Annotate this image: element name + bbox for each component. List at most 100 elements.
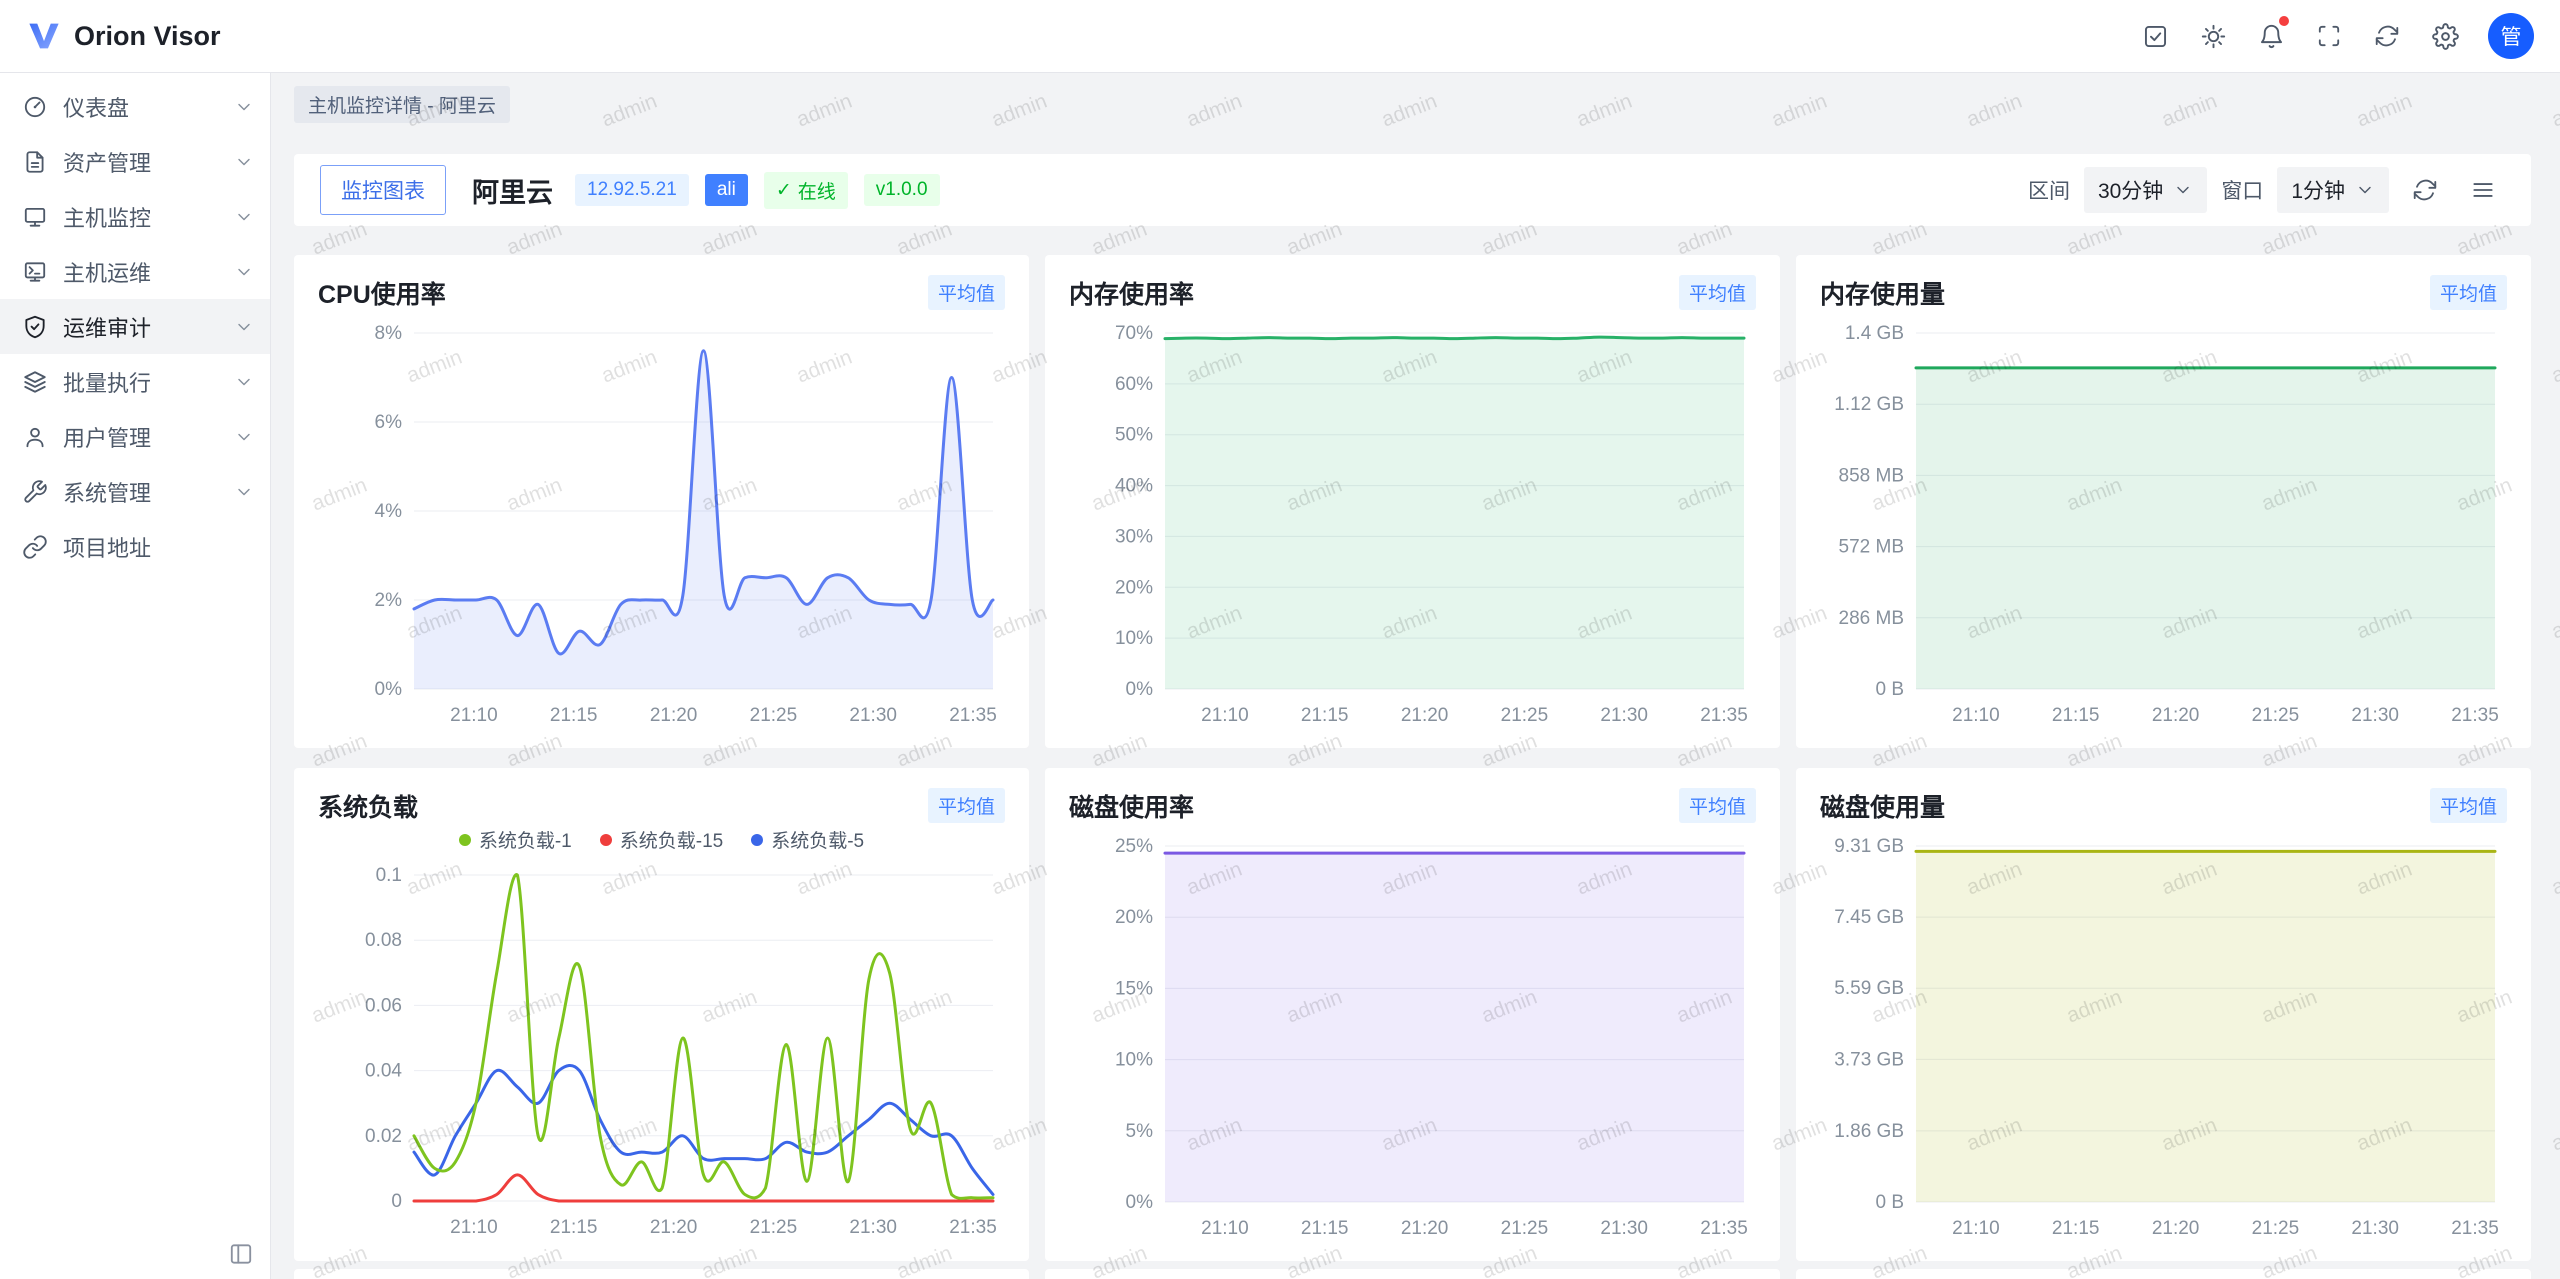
collapse-sidebar-button[interactable] bbox=[228, 1241, 254, 1267]
svg-text:21:20: 21:20 bbox=[2152, 705, 2200, 726]
svg-text:40%: 40% bbox=[1115, 476, 1153, 497]
svg-text:5.59 GB: 5.59 GB bbox=[1834, 978, 1904, 999]
topbar-actions: 管 bbox=[2132, 13, 2534, 59]
sidebar-item-4[interactable]: 主机运维 bbox=[0, 244, 270, 299]
host-ip-chip: 12.92.5.21 bbox=[575, 174, 689, 206]
svg-text:21:30: 21:30 bbox=[1600, 1218, 1648, 1239]
sidebar-item-label: 用户管理 bbox=[63, 421, 219, 453]
watermark-text: admin bbox=[2549, 858, 2560, 901]
batch-icon bbox=[22, 369, 48, 395]
host-version-chip: v1.0.0 bbox=[864, 174, 940, 206]
svg-text:21:10: 21:10 bbox=[1952, 705, 2000, 726]
svg-text:0 B: 0 B bbox=[1875, 1192, 1904, 1213]
svg-text:21:10: 21:10 bbox=[1952, 1218, 2000, 1239]
chart-header: 内存使用量平均值 bbox=[1820, 275, 2507, 311]
svg-text:21:30: 21:30 bbox=[2351, 1218, 2399, 1239]
main-layout: 仪表盘资产管理主机监控主机运维运维审计批量执行用户管理系统管理项目地址 admi… bbox=[0, 73, 2560, 1279]
svg-text:286 MB: 286 MB bbox=[1839, 608, 1904, 629]
svg-text:50%: 50% bbox=[1115, 425, 1153, 446]
svg-text:21:25: 21:25 bbox=[2252, 1218, 2300, 1239]
chart-card-5: 磁盘使用率平均值0%5%10%15%20%25%21:1021:1521:202… bbox=[1045, 768, 1780, 1261]
chart-title: 磁盘使用率 bbox=[1069, 788, 1194, 824]
chevron-down-icon bbox=[2355, 180, 2375, 200]
charts-layout-menu-button[interactable] bbox=[2461, 168, 2505, 212]
svg-text:21:30: 21:30 bbox=[849, 705, 897, 726]
chevron-down-icon bbox=[234, 97, 254, 117]
legend-item[interactable]: 系统负载-15 bbox=[600, 826, 723, 853]
chevron-slot bbox=[234, 152, 254, 172]
svg-text:60%: 60% bbox=[1115, 374, 1153, 395]
sidebar-item-7[interactable]: 用户管理 bbox=[0, 409, 270, 464]
legend-item[interactable]: 系统负载-5 bbox=[751, 826, 864, 853]
sidebar-footer bbox=[0, 1229, 270, 1279]
legend-dot-icon bbox=[600, 834, 612, 846]
svg-text:6%: 6% bbox=[375, 412, 403, 433]
chart-body: 0 B1.86 GB3.73 GB5.59 GB7.45 GB9.31 GB21… bbox=[1820, 832, 2507, 1246]
host-status-text: 在线 bbox=[798, 177, 836, 204]
assets-icon bbox=[22, 149, 48, 175]
svg-text:10%: 10% bbox=[1115, 628, 1153, 649]
svg-text:21:20: 21:20 bbox=[650, 705, 698, 726]
svg-text:21:15: 21:15 bbox=[1301, 1218, 1349, 1239]
system-icon bbox=[22, 479, 48, 505]
notifications-button[interactable] bbox=[2248, 13, 2294, 59]
svg-text:21:35: 21:35 bbox=[2451, 705, 2499, 726]
svg-text:0.06: 0.06 bbox=[365, 995, 402, 1016]
svg-text:21:20: 21:20 bbox=[1401, 1218, 1449, 1239]
content: adminadminadminadminadminadminadminadmin… bbox=[271, 73, 2560, 1279]
audit-icon bbox=[22, 314, 48, 340]
svg-text:21:25: 21:25 bbox=[2252, 705, 2300, 726]
svg-text:0.04: 0.04 bbox=[365, 1061, 402, 1082]
svg-text:21:35: 21:35 bbox=[2451, 1218, 2499, 1239]
window-select[interactable]: 1分钟 bbox=[2277, 167, 2389, 213]
sidebar-item-1[interactable]: 仪表盘 bbox=[0, 79, 270, 134]
svg-text:21:15: 21:15 bbox=[2052, 705, 2100, 726]
chevron-slot bbox=[234, 482, 254, 502]
sidebar-item-label: 项目地址 bbox=[63, 531, 254, 563]
avg-value-badge: 平均值 bbox=[2430, 275, 2507, 310]
svg-text:21:10: 21:10 bbox=[1201, 1218, 1249, 1239]
chart-body: 0%2%4%6%8%21:1021:1521:2021:2521:3021:35 bbox=[318, 319, 1005, 733]
chart-header: 内存使用率平均值 bbox=[1069, 275, 1756, 311]
svg-text:4%: 4% bbox=[375, 501, 403, 522]
avatar[interactable]: 管 bbox=[2488, 13, 2534, 59]
host-toolbar: 监控图表 阿里云 12.92.5.21 ali ✓在线 v1.0.0 区间 30… bbox=[294, 154, 2531, 226]
sidebar-item-2[interactable]: 资产管理 bbox=[0, 134, 270, 189]
legend-dot-icon bbox=[459, 834, 471, 846]
svg-text:0: 0 bbox=[391, 1191, 402, 1212]
sidebar-item-5[interactable]: 运维审计 bbox=[0, 299, 270, 354]
sidebar-item-3[interactable]: 主机监控 bbox=[0, 189, 270, 244]
settings-button[interactable] bbox=[2422, 13, 2468, 59]
svg-text:30%: 30% bbox=[1115, 526, 1153, 547]
sidebar-item-6[interactable]: 批量执行 bbox=[0, 354, 270, 409]
chart-card-stub bbox=[1045, 1269, 1780, 1279]
theme-toggle-button[interactable] bbox=[2190, 13, 2236, 59]
svg-text:21:20: 21:20 bbox=[1401, 705, 1449, 726]
refresh-button[interactable] bbox=[2364, 13, 2410, 59]
chevron-slot bbox=[234, 372, 254, 392]
chevron-down-icon bbox=[234, 262, 254, 282]
breadcrumb-current[interactable]: 主机监控详情 - 阿里云 bbox=[294, 86, 510, 123]
svg-text:0.1: 0.1 bbox=[376, 865, 402, 886]
chart-title: 磁盘使用量 bbox=[1820, 788, 1945, 824]
chart-canvas: 0%2%4%6%8%21:1021:1521:2021:2521:3021:35 bbox=[318, 319, 1005, 733]
legend-dot-icon bbox=[751, 834, 763, 846]
svg-text:7.45 GB: 7.45 GB bbox=[1834, 907, 1904, 928]
legend-item[interactable]: 系统负载-1 bbox=[459, 826, 572, 853]
app-logo[interactable]: Orion Visor bbox=[26, 18, 221, 54]
watermark-text: admin bbox=[2549, 1114, 2560, 1157]
svg-text:21:25: 21:25 bbox=[750, 705, 798, 726]
chart-card-stub bbox=[294, 1269, 1029, 1279]
tasks-button[interactable] bbox=[2132, 13, 2178, 59]
sun-icon bbox=[2200, 23, 2227, 50]
chart-title: 内存使用率 bbox=[1069, 275, 1194, 311]
monitor-chart-tab-button[interactable]: 监控图表 bbox=[320, 165, 446, 215]
charts-refresh-button[interactable] bbox=[2403, 168, 2447, 212]
fullscreen-button[interactable] bbox=[2306, 13, 2352, 59]
chart-title: CPU使用率 bbox=[318, 275, 446, 311]
chevron-slot bbox=[234, 317, 254, 337]
sidebar-item-8[interactable]: 系统管理 bbox=[0, 464, 270, 519]
range-select[interactable]: 30分钟 bbox=[2084, 167, 2207, 213]
sidebar-item-9[interactable]: 项目地址 bbox=[0, 519, 270, 574]
sidebar-item-label: 资产管理 bbox=[63, 146, 219, 178]
